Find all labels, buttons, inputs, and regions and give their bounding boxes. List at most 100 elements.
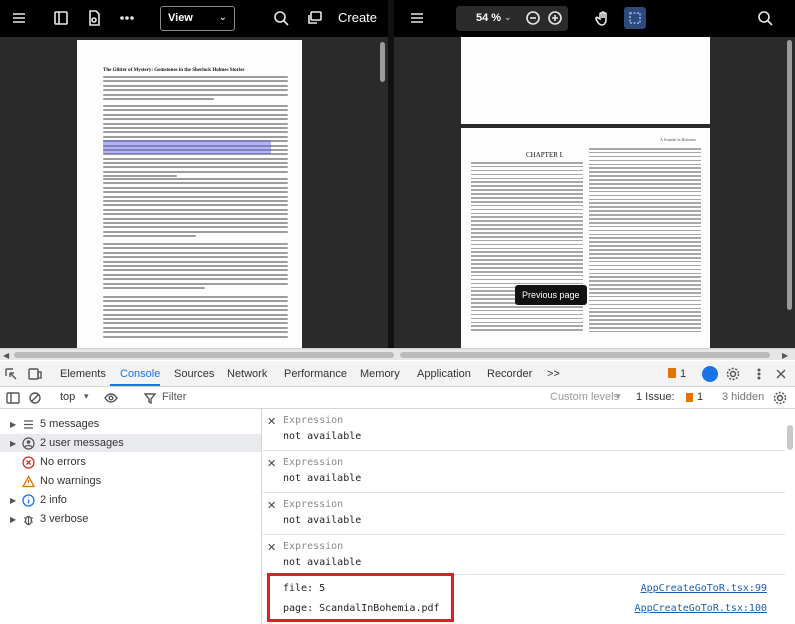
chevron-down-icon[interactable]: ⌄	[504, 12, 512, 23]
right-document-page[interactable]: A Scandal in Bohemia CHAPTER I.	[461, 128, 710, 348]
zoom-in-icon[interactable]	[546, 9, 564, 27]
gear-icon[interactable]	[726, 367, 740, 381]
marquee-select-icon[interactable]	[624, 7, 646, 29]
source-link[interactable]: AppCreateGoToR.tsx:100	[635, 603, 767, 614]
warning-flag-icon[interactable]	[668, 368, 676, 378]
text-selection-highlight	[103, 140, 271, 154]
tab-memory[interactable]: Memory	[360, 368, 400, 380]
chevron-down-icon: ⌄	[218, 12, 227, 23]
scroll-right-icon[interactable]: ▶	[782, 351, 788, 360]
filter-input[interactable]: Filter	[162, 391, 186, 403]
close-icon[interactable]: ✕	[267, 415, 276, 428]
sidebar-item-verbose[interactable]: ▶ 3 verbose	[10, 510, 88, 528]
tab-application[interactable]: Application	[417, 368, 471, 380]
search-icon[interactable]	[272, 9, 290, 27]
paragraph-block	[103, 296, 288, 340]
warning-count: 1	[680, 368, 687, 380]
paragraph-block	[103, 178, 288, 239]
search-icon[interactable]	[756, 9, 774, 27]
expression-value: not available	[283, 515, 362, 526]
sidebar-item-label: 2 info	[40, 494, 67, 506]
right-viewer-scrollbar[interactable]	[787, 40, 792, 310]
error-icon	[20, 455, 36, 469]
issue-flag-icon	[686, 393, 693, 402]
close-icon[interactable]: ✕	[267, 457, 276, 470]
devtools-tab-bar: Elements Console Sources Network Perform…	[0, 361, 795, 387]
sidebar-item-label: No warnings	[40, 475, 102, 487]
view-mode-label: View	[168, 12, 193, 24]
expression-value: not available	[283, 473, 362, 484]
context-select[interactable]: top	[60, 391, 75, 403]
expression-label: Expression	[283, 499, 344, 510]
eye-icon[interactable]	[104, 391, 118, 405]
list-icon	[20, 417, 36, 431]
more-options-icon[interactable]	[118, 9, 136, 27]
gear-icon[interactable]	[773, 391, 787, 405]
sidebar-toggle-icon[interactable]	[6, 391, 20, 405]
log-levels-select[interactable]: Custom levels	[550, 391, 619, 403]
tab-elements[interactable]: Elements	[60, 368, 106, 380]
chapter-title: CHAPTER I.	[526, 151, 564, 159]
tab-recorder[interactable]: Recorder	[487, 368, 532, 380]
source-link[interactable]: AppCreateGoToR.tsx:99	[641, 583, 767, 594]
info-icon	[20, 493, 36, 507]
hamburger-menu-icon[interactable]	[10, 9, 28, 27]
sidebar-item-label: 2 user messages	[40, 437, 124, 449]
comment-icon[interactable]	[306, 9, 324, 27]
scroll-left-icon[interactable]: ◀	[3, 351, 9, 360]
zoom-out-icon[interactable]	[524, 9, 542, 27]
clear-console-icon[interactable]	[28, 391, 42, 405]
close-icon[interactable]: ✕	[267, 541, 276, 554]
right-viewer-toolbar: 54 % ⌄	[394, 0, 795, 37]
sidebar-panel-icon[interactable]	[52, 9, 70, 27]
scroll-thumb[interactable]	[14, 352, 394, 358]
sidebar-item-warnings[interactable]: No warnings	[20, 472, 101, 490]
sidebar-item-messages[interactable]: ▶ 5 messages	[10, 415, 99, 433]
sidebar-item-user-messages[interactable]: ▶ 2 user messages	[0, 434, 261, 452]
console-scrollbar[interactable]	[787, 425, 793, 450]
previous-page-tooltip: Previous page	[515, 285, 587, 305]
issues-label[interactable]: 1 Issue:	[636, 391, 675, 403]
live-expression[interactable]: ✕ Expression not available	[263, 493, 785, 535]
close-icon[interactable]	[774, 367, 788, 381]
tab-network[interactable]: Network	[227, 368, 267, 380]
sidebar-item-label: 5 messages	[40, 418, 100, 430]
inspect-element-icon[interactable]	[4, 367, 18, 381]
sync-icon[interactable]	[702, 366, 718, 382]
hidden-messages-count: 3 hidden	[722, 391, 765, 403]
expression-label: Expression	[283, 541, 344, 552]
console-filter-bar: top ▾ Filter Custom levels ▾ 1 Issue: 1 …	[0, 387, 795, 409]
tab-sources[interactable]: Sources	[174, 368, 214, 380]
chevron-down-icon: ▾	[616, 391, 621, 401]
sidebar-item-info[interactable]: ▶ 2 info	[10, 491, 67, 509]
more-tabs-button[interactable]: >>	[547, 368, 560, 380]
user-icon	[20, 436, 36, 450]
device-toolbar-icon[interactable]	[28, 367, 42, 381]
running-head: A Scandal in Bohemia	[660, 137, 696, 142]
tab-performance[interactable]: Performance	[284, 368, 347, 380]
zoom-control[interactable]: 54 % ⌄	[456, 6, 568, 31]
text-column-right	[589, 148, 701, 335]
tab-console[interactable]: Console	[120, 368, 160, 380]
left-viewer-scrollbar[interactable]	[380, 42, 385, 82]
expression-value: not available	[283, 431, 362, 442]
scroll-thumb[interactable]	[400, 352, 770, 358]
close-icon[interactable]: ✕	[267, 499, 276, 512]
kebab-menu-icon[interactable]	[752, 367, 766, 381]
live-expression[interactable]: ✕ Expression not available	[263, 535, 785, 575]
live-expression[interactable]: ✕ Expression not available	[263, 451, 785, 493]
view-mode-select[interactable]: View ⌄	[160, 6, 235, 31]
hand-tool-icon[interactable]	[594, 9, 612, 27]
left-document-page[interactable]: The Glitter of Mystery: Gemstones in the…	[77, 40, 302, 348]
live-expression[interactable]: ✕ Expression not available	[263, 409, 785, 451]
expression-value: not available	[283, 557, 362, 568]
hamburger-menu-icon[interactable]	[408, 9, 426, 27]
text-column-left	[471, 162, 583, 333]
horizontal-scrollbar[interactable]: ◀ ▶	[0, 348, 795, 360]
create-button[interactable]: Create	[338, 10, 377, 25]
sidebar-item-errors[interactable]: No errors	[20, 453, 86, 471]
expression-label: Expression	[283, 415, 344, 426]
previous-page-bottom[interactable]	[461, 37, 710, 124]
filter-icon	[143, 391, 157, 405]
document-search-icon[interactable]	[85, 9, 103, 27]
